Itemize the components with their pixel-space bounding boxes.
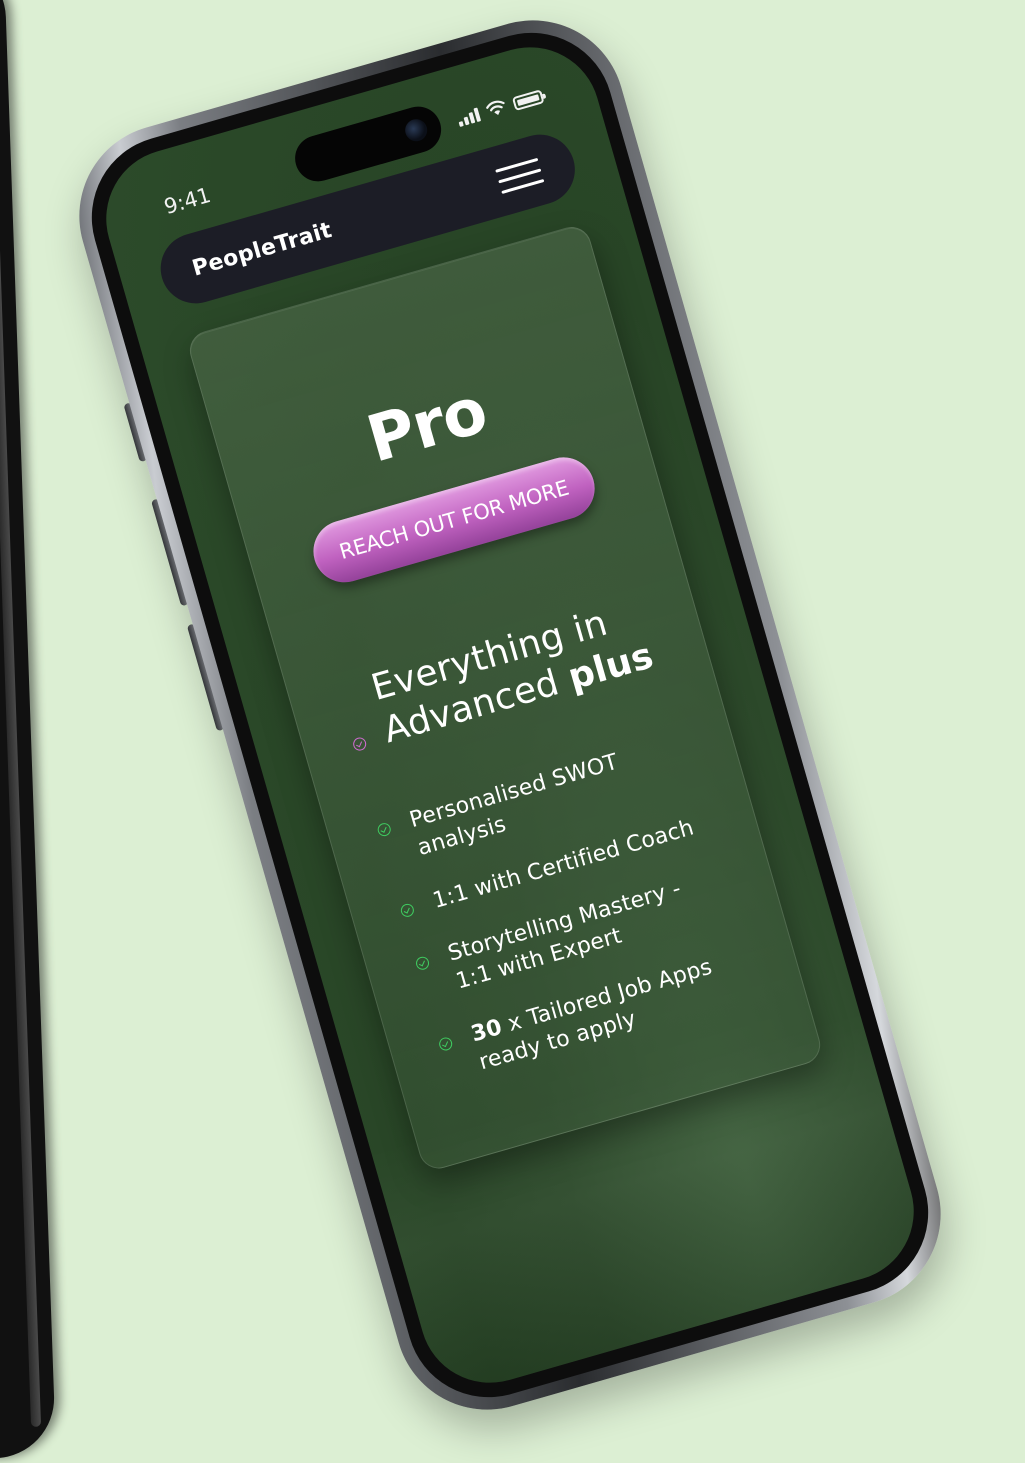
hamburger-menu-icon[interactable] (492, 148, 546, 202)
feature-list: Personalised SWOT analysis 1:1 with Cert… (374, 729, 757, 1087)
phone-mockup: 9:41 PeopleTrait Pro REACH OUT FOR MORE (57, 0, 963, 1432)
battery-icon (511, 89, 545, 112)
status-icons (456, 87, 545, 128)
status-time: 9:41 (161, 182, 214, 220)
plan-headline: Everything in Advanced plus (334, 590, 664, 762)
check-circle-icon (399, 902, 416, 919)
check-circle-icon (376, 821, 393, 838)
check-circle-icon (437, 1035, 454, 1053)
front-camera-icon (402, 116, 430, 144)
pricing-card-pro: Pro REACH OUT FOR MORE Everything in Adv… (185, 222, 825, 1174)
brand-logo[interactable]: PeopleTrait (189, 217, 334, 281)
headline-text: Everything in Advanced plus (367, 590, 664, 753)
background-phone (0, 0, 57, 1463)
check-circle-icon (351, 736, 368, 753)
check-circle-icon (414, 955, 431, 972)
signal-icon (456, 106, 482, 128)
wifi-icon (486, 100, 505, 116)
